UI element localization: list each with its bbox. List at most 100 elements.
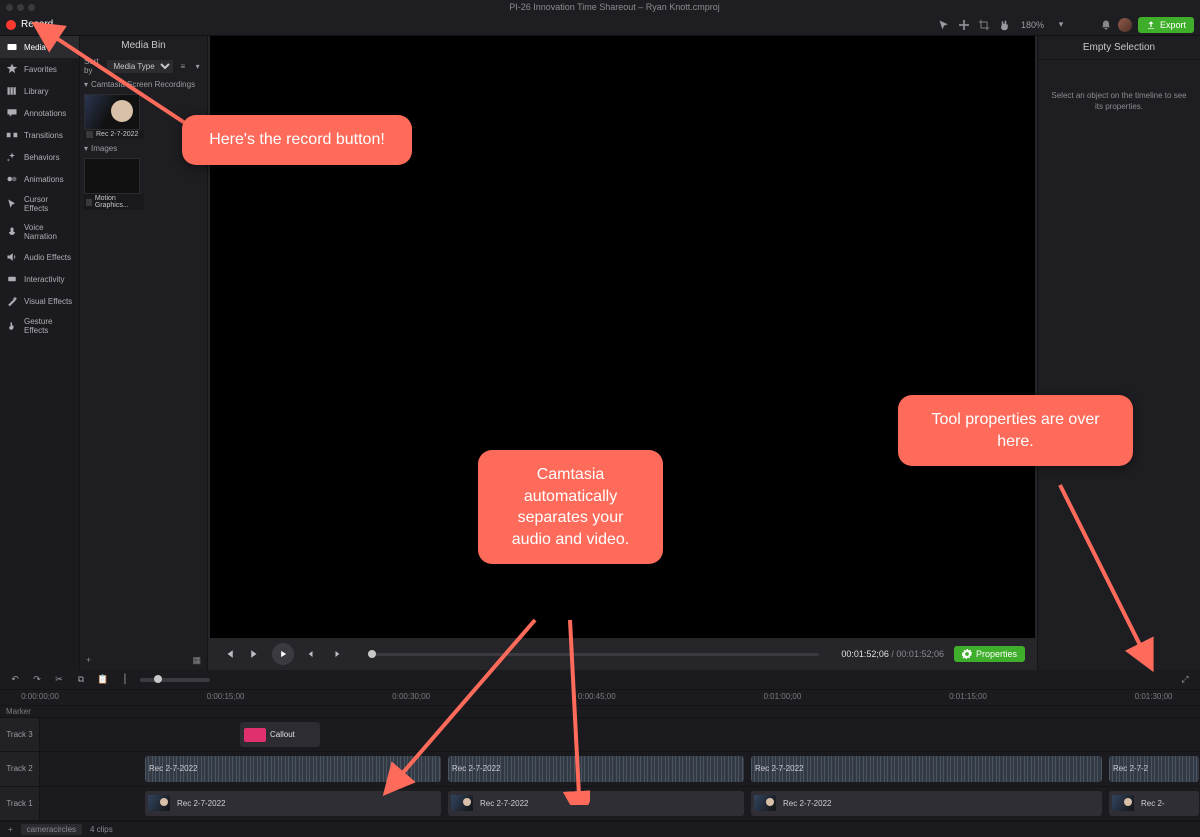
zoom-icon[interactable]	[28, 4, 35, 11]
cut-icon[interactable]: ✂	[52, 673, 66, 687]
cursor-tool-icon[interactable]	[937, 18, 951, 32]
traffic-lights[interactable]	[6, 4, 35, 11]
rail-label: Favorites	[24, 65, 57, 74]
rail-media[interactable]: Media	[0, 36, 79, 58]
properties-button[interactable]: Properties	[954, 646, 1025, 662]
sort-direction-icon[interactable]: ≡	[177, 59, 188, 73]
track-label[interactable]: Track 2	[0, 752, 40, 785]
rail-animations[interactable]: Animations	[0, 168, 79, 190]
clip-video[interactable]: Rec 2-7-2022	[145, 791, 441, 816]
marker-row[interactable]: Marker	[0, 706, 1200, 718]
split-icon[interactable]: ⎮	[118, 673, 132, 687]
section-recordings[interactable]: ▾Camtasia Screen Recordings	[80, 77, 207, 92]
media-item-label: Motion Graphics...	[95, 195, 142, 209]
properties-empty-message: Select an object on the timeline to see …	[1038, 60, 1200, 142]
timeline-toolbar: ↶ ↷ ✂ ⧉ 📋 ⎮ ⤢	[0, 670, 1200, 690]
timeline-ruler[interactable]: 0:00:00;00 0:00:15;00 0:00:30;00 0:00:45…	[0, 690, 1200, 706]
rail-behaviors[interactable]: Behaviors	[0, 146, 79, 168]
star-icon	[6, 63, 18, 75]
tool-rail: Media Favorites Library Annotations Tran…	[0, 36, 80, 670]
clip-video[interactable]: Rec 2-7-2022	[751, 791, 1102, 816]
total-time: 00:01:52;06	[896, 649, 944, 659]
tutorial-callout-properties: Tool properties are over here.	[898, 395, 1133, 466]
timecode-display: 00:01:52;06 / 00:01:52;06	[841, 649, 944, 659]
playback-bar: 00:01:52;06 / 00:01:52;06 Properties	[208, 638, 1037, 670]
ruler-tick: 0:00:45;00	[578, 692, 616, 701]
clip-video[interactable]: Rec 2-	[1109, 791, 1199, 816]
rail-visual-effects[interactable]: Visual Effects	[0, 290, 79, 312]
hand-tool-icon[interactable]	[997, 18, 1011, 32]
next-frame-button[interactable]	[246, 645, 264, 663]
redo-icon[interactable]: ↷	[30, 673, 44, 687]
export-button[interactable]: Export	[1138, 17, 1194, 33]
clip-audio[interactable]: Rec 2-7-2022	[145, 756, 441, 781]
ruler-tick: 0:01:30;00	[1135, 692, 1173, 701]
record-button[interactable]: Record	[6, 19, 53, 30]
timeline-zoom-slider[interactable]	[140, 678, 210, 682]
user-avatar[interactable]	[1118, 18, 1132, 32]
add-track-button[interactable]: +	[8, 825, 13, 834]
record-icon	[6, 20, 16, 30]
crop-tool-icon[interactable]	[977, 18, 991, 32]
rail-library[interactable]: Library	[0, 80, 79, 102]
step-forward-button[interactable]	[328, 645, 346, 663]
clip-thumb-icon	[148, 795, 170, 811]
step-back-button[interactable]	[302, 645, 320, 663]
notifications-icon[interactable]	[1100, 19, 1112, 31]
track-label[interactable]: Track 3	[0, 718, 40, 751]
playback-scrubber[interactable]	[368, 653, 819, 656]
copy-icon[interactable]: ⧉	[74, 673, 88, 687]
rail-label: Annotations	[24, 109, 66, 118]
rail-voice-narration[interactable]: Voice Narration	[0, 218, 79, 246]
thumbnail-icon	[84, 158, 140, 194]
paste-icon[interactable]: 📋	[96, 673, 110, 687]
track-area[interactable]: Rec 2-7-2022 Rec 2-7-2022 Rec 2-7-2022 R…	[40, 787, 1200, 820]
track-3: Track 3 Callout	[0, 718, 1200, 752]
clip-audio[interactable]: Rec 2-7-2	[1109, 756, 1199, 781]
chevron-down-icon: ▾	[84, 80, 88, 89]
rail-gesture-effects[interactable]: Gesture Effects	[0, 312, 79, 340]
clip-video[interactable]: Rec 2-7-2022	[448, 791, 744, 816]
rail-annotations[interactable]: Annotations	[0, 102, 79, 124]
filter-icon[interactable]: ▾	[192, 59, 203, 73]
clip-audio[interactable]: Rec 2-7-2022	[448, 756, 744, 781]
image-icon	[86, 199, 92, 206]
clip-label: Rec 2-7-2022	[448, 763, 504, 774]
marker-label: Marker	[6, 707, 31, 716]
rail-transitions[interactable]: Transitions	[0, 124, 79, 146]
track-area[interactable]: Rec 2-7-2022 Rec 2-7-2022 Rec 2-7-2022 R…	[40, 752, 1200, 785]
clip-callout[interactable]: Callout	[240, 722, 320, 747]
cursor-icon	[6, 198, 18, 210]
rail-cursor-effects[interactable]: Cursor Effects	[0, 190, 79, 218]
clip-audio[interactable]: Rec 2-7-2022	[751, 756, 1102, 781]
ruler-tick: 0:01:15;00	[949, 692, 987, 701]
clip-thumb-icon	[1112, 795, 1134, 811]
media-item-label: Rec 2-7-2022	[96, 131, 138, 138]
undo-icon[interactable]: ↶	[8, 673, 22, 687]
main-area: Media Favorites Library Annotations Tran…	[0, 36, 1200, 670]
canvas-zoom-level[interactable]: 180%	[1017, 19, 1048, 31]
rail-audio-effects[interactable]: Audio Effects	[0, 246, 79, 268]
sparkle-icon	[6, 151, 18, 163]
minimize-icon[interactable]	[17, 4, 24, 11]
track-area[interactable]: Callout	[40, 718, 1200, 751]
tutorial-callout-separate: Camtasia automatically separates your au…	[478, 450, 663, 564]
media-item-recording[interactable]: Rec 2-7-2022	[84, 94, 144, 139]
rail-interactivity[interactable]: Interactivity	[0, 268, 79, 290]
media-item-image[interactable]: Motion Graphics...	[84, 158, 144, 210]
rail-label: Transitions	[24, 131, 63, 140]
track-label[interactable]: Track 1	[0, 787, 40, 820]
move-tool-icon[interactable]	[957, 18, 971, 32]
close-icon[interactable]	[6, 4, 13, 11]
prev-frame-button[interactable]	[220, 645, 238, 663]
group-name[interactable]: cameracircles	[21, 824, 82, 835]
grid-view-icon[interactable]: ▦	[192, 655, 201, 666]
play-button[interactable]	[272, 643, 294, 665]
chevron-down-icon[interactable]: ▾	[1054, 18, 1068, 32]
rail-favorites[interactable]: Favorites	[0, 58, 79, 80]
rail-label: Library	[24, 87, 48, 96]
add-media-button[interactable]: +	[86, 655, 91, 666]
sort-by-select[interactable]: Media Type	[107, 60, 173, 73]
clip-count: 4 clips	[90, 825, 113, 834]
timeline-detach-icon[interactable]: ⤢	[1178, 673, 1192, 687]
